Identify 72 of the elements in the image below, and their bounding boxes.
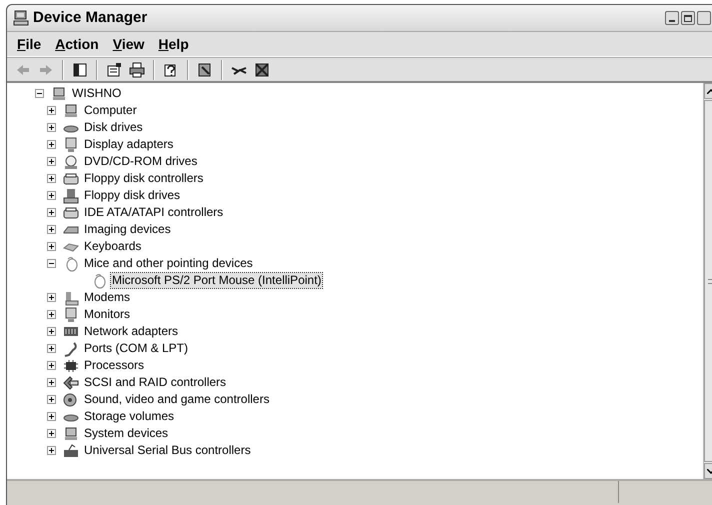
expand-toggle[interactable] (47, 293, 56, 302)
tree-item[interactable]: IDE ATA/ATAPI controllers (83, 205, 224, 220)
expand-toggle[interactable] (47, 310, 56, 319)
tree-item[interactable]: Computer (83, 103, 138, 118)
expand-toggle[interactable] (47, 344, 56, 353)
tree-item[interactable]: Processors (83, 358, 146, 373)
close-button[interactable] (697, 11, 711, 25)
modem-icon (63, 290, 79, 306)
console-tree-icon[interactable] (72, 62, 88, 78)
computer-icon (13, 10, 29, 26)
expand-toggle[interactable] (47, 140, 56, 149)
tree-item[interactable]: DVD/CD-ROM drives (83, 154, 198, 169)
tree-item[interactable]: Floppy disk drives (83, 188, 182, 203)
expand-toggle[interactable] (47, 174, 56, 183)
controller-icon (63, 170, 79, 186)
scsi-icon (63, 374, 79, 390)
menu-item[interactable]: Help (158, 34, 189, 54)
tree-item[interactable]: Imaging devices (83, 222, 172, 237)
computer-icon (63, 426, 79, 442)
computer-icon (63, 102, 79, 118)
menu-item[interactable]: Action (55, 34, 99, 54)
port-icon (63, 340, 79, 356)
expand-toggle[interactable] (47, 378, 56, 387)
tree-item[interactable]: Modems (83, 290, 132, 305)
tree-item[interactable]: Universal Serial Bus controllers (83, 443, 252, 458)
tree-item[interactable]: System devices (83, 426, 170, 441)
chip-icon (63, 358, 79, 374)
expand-toggle[interactable] (47, 123, 56, 132)
expand-toggle[interactable] (47, 361, 56, 370)
expand-toggle[interactable] (47, 157, 56, 166)
expand-toggle[interactable] (47, 242, 56, 251)
monitor-icon (63, 136, 79, 152)
uninstall-icon[interactable] (254, 62, 270, 78)
usb-icon (63, 442, 79, 458)
minimize-button[interactable] (665, 11, 679, 25)
tree-item[interactable]: Network adapters (83, 324, 180, 339)
tree-item[interactable]: Disk drives (83, 120, 144, 135)
expand-toggle[interactable] (47, 395, 56, 404)
collapse-toggle[interactable] (35, 89, 44, 98)
expand-toggle[interactable] (47, 208, 56, 217)
tree-item[interactable]: Sound, video and game controllers (83, 392, 270, 407)
tree-item[interactable]: Floppy disk controllers (83, 171, 204, 186)
tree-item[interactable]: WISHNO (71, 86, 122, 101)
expand-toggle[interactable] (47, 412, 56, 421)
tree-item[interactable]: SCSI and RAID controllers (83, 375, 228, 390)
tree-item[interactable]: Keyboards (83, 239, 142, 254)
cd-drive-icon (63, 154, 79, 170)
floppy-drive-icon (63, 188, 79, 204)
speaker-icon (63, 392, 79, 408)
expand-toggle[interactable] (47, 446, 56, 455)
tree-item[interactable]: Display adapters (83, 137, 174, 152)
menu-item[interactable]: File (17, 34, 42, 54)
properties-icon[interactable] (106, 62, 122, 78)
tree-item[interactable]: Storage volumes (83, 409, 176, 424)
collapse-toggle[interactable] (47, 259, 56, 268)
expand-toggle[interactable] (47, 327, 56, 336)
scan-hardware-icon[interactable] (197, 62, 213, 78)
expand-toggle[interactable] (47, 225, 56, 234)
tree-item[interactable]: Monitors (83, 307, 132, 322)
tree-item[interactable]: Ports (COM & LPT) (83, 341, 190, 356)
monitor-icon (63, 306, 79, 322)
window-title: Device Manager (33, 8, 148, 28)
controller-icon (63, 204, 79, 220)
expand-toggle[interactable] (47, 106, 56, 115)
computer-icon (51, 86, 67, 102)
printer-icon[interactable] (129, 62, 145, 78)
tree-item[interactable]: Mice and other pointing devices (83, 256, 254, 271)
tree-item[interactable]: Microsoft PS/2 Port Mouse (IntelliPoint) (111, 273, 322, 288)
maximize-button[interactable] (681, 11, 695, 25)
expand-toggle[interactable] (47, 191, 56, 200)
expand-toggle[interactable] (47, 429, 56, 438)
menu-item[interactable]: View (112, 34, 144, 54)
